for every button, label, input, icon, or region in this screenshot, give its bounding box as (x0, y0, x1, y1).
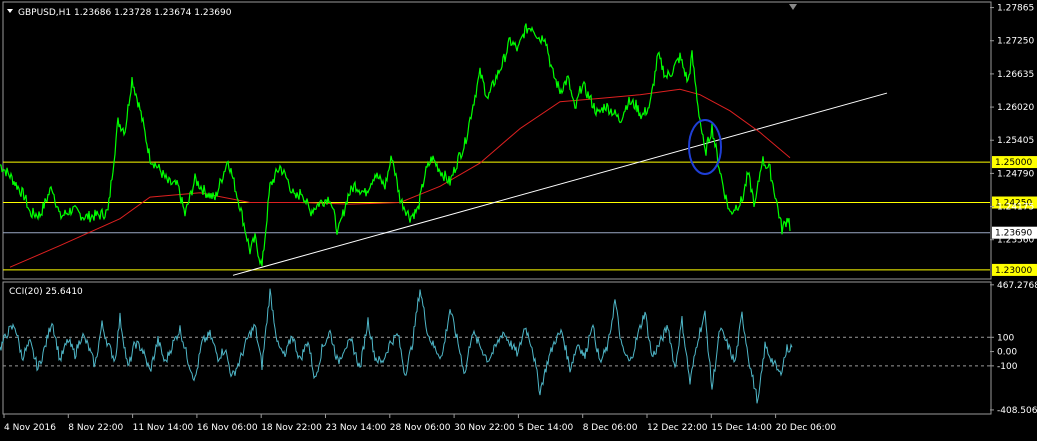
price-tick-label: 1.23560 (997, 236, 1034, 246)
price-tick-label: 1.27250 (997, 37, 1034, 47)
price-pane-title: GBPUSD,H1 1.23686 1.23728 1.23674 1.2369… (18, 8, 232, 18)
cci-tick-label: -408.5068 (997, 406, 1037, 416)
time-tick-label: 11 Nov 14:00 (133, 423, 194, 433)
time-tick-label: 12 Dec 22:00 (647, 423, 708, 433)
level-tag-label: 1.25000 (995, 158, 1032, 168)
price-tick-label: 1.24790 (997, 169, 1034, 179)
time-tick-label: 30 Nov 22:00 (454, 423, 515, 433)
price-tick-label: 1.26635 (997, 70, 1034, 80)
price-axis: 1.250001.242501.230001.236901.278651.272… (990, 4, 1037, 276)
cci-tick-label: 100 (997, 333, 1014, 343)
price-tick-label: 1.24175 (997, 203, 1034, 213)
cci-pane-title: CCI(20) 25.6410 (9, 287, 83, 297)
price-tick-label: 1.25405 (997, 136, 1034, 146)
time-tick-label: 8 Nov 22:00 (68, 423, 123, 433)
chart-background (0, 0, 1037, 441)
time-tick-label: 18 Nov 22:00 (261, 423, 322, 433)
time-tick-label: 16 Nov 06:00 (197, 423, 258, 433)
price-tick-label: 1.26020 (997, 103, 1034, 113)
time-tick-label: 28 Nov 06:00 (390, 423, 451, 433)
level-tag-label: 1.23000 (995, 266, 1032, 276)
time-tick-label: 5 Dec 14:00 (518, 423, 573, 433)
cci-tick-label: 0.00 (997, 348, 1017, 358)
cci-tick-label: -100 (997, 362, 1018, 372)
time-tick-label: 20 Dec 06:00 (776, 423, 837, 433)
chart-canvas: GBPUSD,H1 1.23686 1.23728 1.23674 1.2369… (0, 0, 1037, 441)
price-tick-label: 1.27865 (997, 4, 1034, 14)
cci-tick-label: 467.2768 (997, 281, 1037, 291)
time-tick-label: 8 Dec 06:00 (583, 423, 638, 433)
time-tick-label: 4 Nov 2016 (4, 423, 56, 433)
time-tick-label: 15 Dec 14:00 (711, 423, 772, 433)
time-tick-label: 23 Nov 14:00 (326, 423, 387, 433)
